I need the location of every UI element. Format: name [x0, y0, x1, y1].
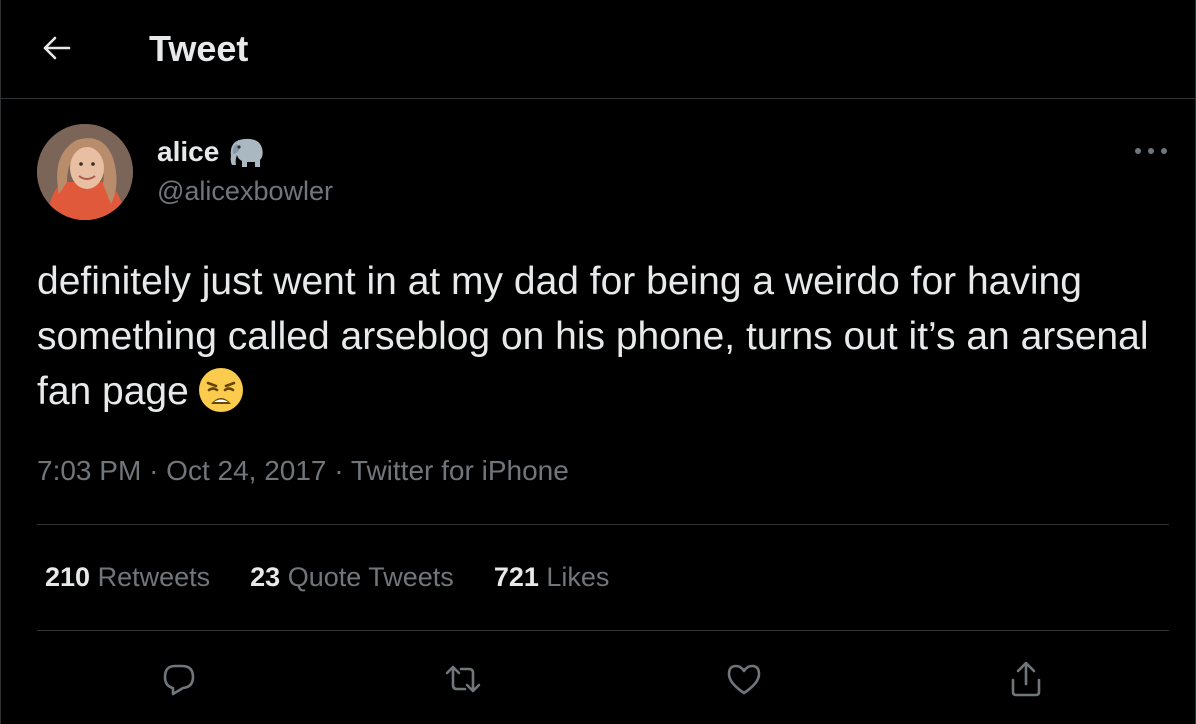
likes-stat[interactable]: 721 Likes [494, 562, 610, 593]
avatar[interactable] [37, 124, 133, 220]
reply-icon [163, 664, 195, 696]
heart-icon [727, 664, 761, 695]
share-button[interactable] [1001, 654, 1051, 704]
retweets-count: 210 [45, 562, 91, 592]
page-header: Tweet [1, 0, 1195, 99]
retweet-button[interactable] [438, 654, 488, 704]
tweet-meta: 7:03 PM · Oct 24, 2017 · Twitter for iPh… [37, 455, 569, 487]
page-title: Tweet [149, 28, 249, 69]
more-horizontal-icon [1135, 148, 1167, 154]
meta-separator: · [334, 455, 344, 486]
like-button[interactable] [719, 654, 769, 704]
tweet-source[interactable]: Twitter for iPhone [351, 455, 569, 486]
share-icon [1011, 661, 1041, 697]
weary-face-emoji-icon [198, 368, 243, 412]
likes-count: 721 [493, 562, 539, 592]
quote-tweets-label: Quote Tweets [287, 562, 454, 592]
tweet-text: definitely just went in at my dad for be… [37, 254, 1167, 429]
quote-tweets-stat[interactable]: 23 Quote Tweets [250, 562, 454, 593]
tweet-stats: 210 Retweets 23 Quote Tweets 721 Likes [45, 562, 649, 593]
tweet-time[interactable]: 7:03 PM [37, 455, 141, 486]
reply-button[interactable] [154, 654, 204, 704]
author-handle[interactable]: @alicexbowler [157, 176, 333, 207]
more-button[interactable] [1129, 136, 1173, 166]
tweet-page: Tweet alice @alicexbowler definitely jus… [0, 0, 1196, 724]
quote-tweets-count: 23 [250, 562, 281, 592]
tweet-date[interactable]: Oct 24, 2017 [166, 455, 326, 486]
retweets-stat[interactable]: 210 Retweets [45, 562, 210, 593]
author-name-row: alice [157, 134, 267, 170]
author-display-name[interactable]: alice [157, 136, 219, 168]
retweet-icon [445, 665, 481, 693]
divider [37, 524, 1169, 525]
meta-separator: · [149, 455, 159, 486]
retweets-label: Retweets [97, 562, 211, 592]
elephant-emoji-icon [230, 138, 263, 167]
back-button[interactable] [35, 26, 79, 70]
divider [37, 630, 1169, 631]
likes-label: Likes [546, 562, 610, 592]
arrow-left-icon [43, 36, 71, 60]
